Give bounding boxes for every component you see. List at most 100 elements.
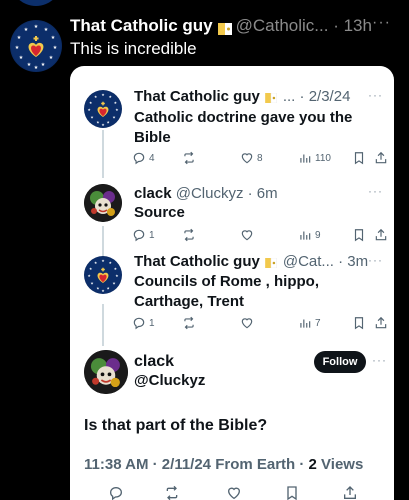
views-count: 110 [315,152,331,164]
views-label: Views [316,456,364,473]
views-button[interactable]: 110 [298,149,331,167]
svg-text:★: ★ [44,27,49,33]
author-name[interactable]: That Catholic guy [70,16,213,35]
avatar[interactable] [84,350,128,394]
author-name[interactable]: That Catholic guy [134,88,260,105]
quoted-thread-card[interactable]: ★ ★ ★ ★ ★ ★ ★ ★ ★ ★ ★ ★ That Catholic guy... · 2/… [70,66,394,500]
more-options-icon[interactable]: ··· [368,88,383,102]
retweet-icon [166,485,178,500]
retweet-button[interactable] [164,484,180,500]
share-icon [344,486,356,499]
avatar[interactable]: ★ ★ ★ ★ ★ ★ ★ ★ ★ ★ ★ ★ [10,20,62,72]
views-count: 9 [315,229,321,241]
like-icon [227,487,241,500]
separator-dot: · [333,253,348,270]
tweet-actions: 4 8 110 [132,149,387,167]
bookmark-icon [354,317,364,330]
vatican-flag-icon [265,89,279,104]
share-button[interactable] [374,314,388,332]
follow-button[interactable]: Follow [314,351,366,373]
bookmark-button[interactable] [352,149,366,167]
author-name[interactable]: clack [134,185,172,202]
avatar[interactable]: ★ ★ ★ ★ ★ ★ ★ ★ ★ ★ ★ ★ [84,256,122,294]
retweet-icon [184,228,194,242]
reply-icon [109,486,123,500]
cartoon-avatar [84,184,122,222]
vatican-flag-icon [217,19,232,35]
views-icon [300,231,311,240]
author-handle[interactable]: @Catholic... [236,16,329,35]
reply-icon [133,152,145,165]
svg-text:★: ★ [34,65,39,71]
retweet-button[interactable] [182,314,199,332]
views-button[interactable]: 9 [298,226,321,244]
retweet-button[interactable] [182,149,199,167]
bookmark-button[interactable] [284,484,300,500]
bookmark-button[interactable] [352,314,366,332]
like-button[interactable] [240,226,257,244]
avatar[interactable] [84,184,122,222]
more-options-icon[interactable]: ··· [368,253,383,267]
author-name[interactable]: clack [134,352,174,372]
previous-tweet-edge [0,0,409,10]
separator-dot: · [295,88,309,105]
author-handle[interactable]: @Cat... [283,253,334,270]
sacred-heart-logo: ★★★★ ★★★★ ★★★★ [11,21,61,71]
tweet-time[interactable]: 6m [257,185,278,202]
like-button[interactable] [240,314,257,332]
svg-text:★: ★ [15,45,20,51]
thread-connector [102,226,104,256]
author-handle[interactable]: ... [283,88,296,105]
share-button[interactable] [374,149,388,167]
reply-button[interactable]: 1 [132,226,155,244]
svg-text:★: ★ [27,62,32,68]
share-icon [375,151,387,164]
like-button[interactable]: 8 [240,149,263,167]
views-icon [300,319,311,328]
svg-text:★: ★ [41,62,46,68]
sacred-heart-logo: ★★★★ ★★★★ ★★★★ [84,90,122,128]
tweet-header: That Catholic guy @Catholic... · 13h [70,15,372,37]
like-button[interactable] [226,484,242,500]
retweet-button[interactable] [182,226,199,244]
bookmark-icon [354,152,364,165]
reply-button[interactable]: 4 [132,149,155,167]
bookmark-icon [287,486,297,500]
retweet-icon [184,151,194,165]
bookmark-icon [354,229,364,242]
thread-connector [102,304,104,346]
bookmark-button[interactable] [352,226,366,244]
reply-icon [133,229,145,242]
like-icon [241,318,253,329]
tweet-text: Source [134,204,185,221]
svg-text:★: ★ [49,55,54,61]
author-handle[interactable]: @Cluckyz [134,371,205,391]
tweet-header: That Catholic guy @Cat... · 3m [134,252,368,272]
tweet-time[interactable]: 13h [344,16,372,35]
like-icon [241,153,253,164]
more-options-icon[interactable]: ··· [368,184,383,198]
tweet-time[interactable]: 3m [347,253,368,270]
more-options-icon[interactable]: ··· [372,14,391,32]
tweet-header: That Catholic guy... · 2/3/24 [134,87,350,107]
tweet-time[interactable]: 2/3/24 [309,88,351,105]
tweet-text: This is incredible [70,39,197,58]
svg-text:★: ★ [17,35,22,41]
separator-dot: · [328,16,344,35]
views-button[interactable]: 7 [298,314,321,332]
vatican-flag-icon [265,254,279,269]
separator-dot: · [243,185,257,202]
share-button[interactable] [374,226,388,244]
sacred-heart-logo: ★★★★ ★★★★ ★★★★ [84,256,122,294]
tweet-text: Catholic doctrine gave you the Bible [134,109,353,146]
reply-button[interactable] [108,484,124,500]
avatar[interactable]: ★ ★ ★ ★ ★ ★ ★ ★ ★ ★ ★ ★ [84,90,122,128]
share-icon [375,316,387,329]
more-options-icon[interactable]: ··· [372,353,387,367]
reply-button[interactable]: 1 [132,314,155,332]
author-handle[interactable]: @Cluckyz [176,185,244,202]
share-button[interactable] [342,484,358,500]
timestamp-location[interactable]: 11:38 AM · 2/11/24 From Earth · [84,456,309,473]
views-count: 2 [308,456,317,473]
author-name[interactable]: That Catholic guy [134,253,260,270]
